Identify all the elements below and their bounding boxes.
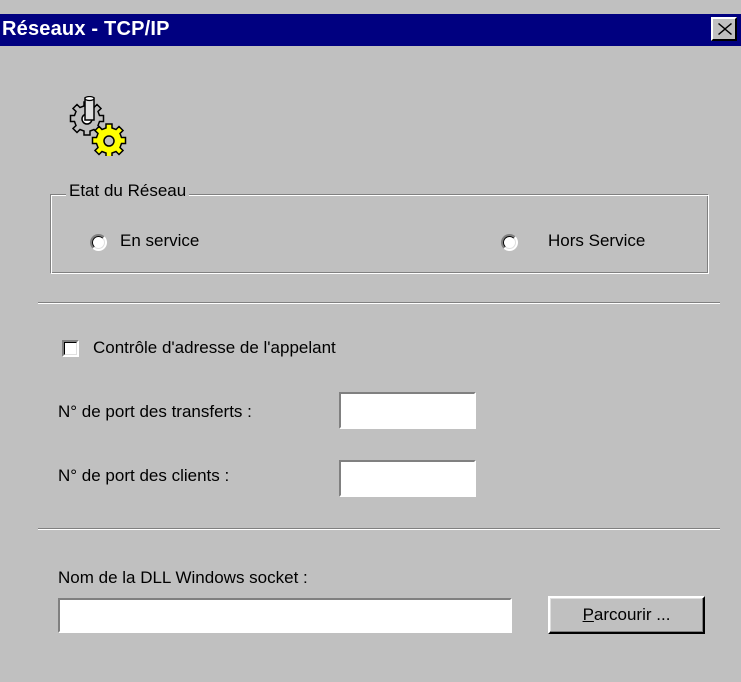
radio-hors-service[interactable] [501,234,518,251]
network-gears-icon [69,96,127,156]
window-title: Réseaux - TCP/IP [2,18,170,40]
dll-name-input[interactable] [58,598,512,633]
caller-address-checkbox[interactable] [62,340,79,357]
transfer-port-input[interactable] [339,392,476,429]
close-icon [718,23,732,35]
separator-bottom [38,528,720,530]
close-button[interactable] [711,17,737,41]
caller-address-label[interactable]: Contrôle d'adresse de l'appelant [93,338,336,358]
title-bar[interactable]: Réseaux - TCP/IP [0,14,741,46]
separator-top [38,302,720,304]
radio-en-service[interactable] [90,234,107,251]
dialog-window: Réseaux - TCP/IP Etat du Réseau En servi… [0,0,741,682]
client-port-input[interactable] [339,460,476,497]
transfer-port-label: N° de port des transferts : [58,402,252,421]
radio-hors-service-label[interactable]: Hors Service [548,231,645,251]
browse-button-mnemonic: P [582,605,594,624]
radio-en-service-label[interactable]: En service [120,231,199,251]
dll-name-label: Nom de la DLL Windows socket : [58,568,308,587]
browse-button-label: arcourir ... [593,605,671,624]
network-state-label: Etat du Réseau [66,181,190,201]
browse-button[interactable]: Parcourir ... [548,596,705,634]
client-port-label: N° de port des clients : [58,466,230,485]
